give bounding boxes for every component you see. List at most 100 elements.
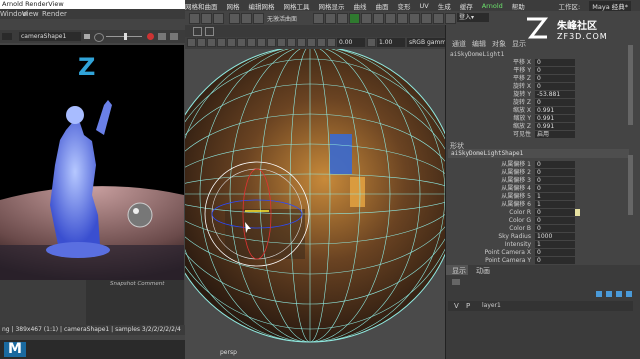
crop-icon[interactable]: [170, 33, 178, 40]
lasso-tool-icon[interactable]: [201, 13, 212, 24]
render-icon[interactable]: [325, 13, 336, 24]
attr-row[interactable]: 旋转 X0: [446, 83, 626, 91]
scrollbar[interactable]: [628, 45, 633, 125]
paint-tool-icon[interactable]: [213, 13, 224, 24]
lights-icon[interactable]: [257, 38, 266, 47]
live-surface-label[interactable]: 无激活曲面: [267, 14, 297, 23]
chevron-down-icon[interactable]: [84, 34, 90, 39]
gamma-icon[interactable]: [367, 38, 376, 47]
snap-curve-icon[interactable]: [241, 13, 252, 24]
menu-item[interactable]: 帮助: [512, 1, 525, 11]
attr-row[interactable]: Point Camera X0: [446, 249, 626, 257]
render-settings-icon[interactable]: [361, 13, 372, 24]
attr-row[interactable]: 从属偏移 61: [446, 201, 626, 209]
camera-attr-icon[interactable]: [197, 38, 206, 47]
attr-row[interactable]: 旋转 Y -53.881: [446, 91, 626, 99]
exposure-icon[interactable]: [94, 33, 104, 42]
maya-app-icon[interactable]: M: [4, 342, 26, 357]
ao-icon[interactable]: [307, 38, 316, 47]
color-space-select[interactable]: sRGB gamma: [407, 38, 445, 47]
isolate-icon[interactable]: [287, 38, 296, 47]
layer-visible-toggle[interactable]: V: [454, 302, 459, 310]
render-view-title-bar[interactable]: Arnold RenderView: [0, 0, 185, 9]
color-swatch[interactable]: [575, 209, 580, 216]
attr-row[interactable]: 从属偏移 30: [446, 177, 626, 185]
render-menu-render[interactable]: Render: [42, 10, 67, 18]
attr-row[interactable]: Color G0: [446, 217, 626, 225]
menu-item[interactable]: 缓存: [460, 1, 473, 11]
attr-row[interactable]: Color R0: [446, 209, 626, 217]
attr-row[interactable]: 平移 Y0: [446, 67, 626, 75]
snap-point-icon[interactable]: [253, 13, 264, 24]
menu-item[interactable]: UV: [420, 2, 429, 10]
menu-item[interactable]: 网格工具: [284, 1, 310, 11]
tab-channels[interactable]: 通道: [452, 39, 466, 49]
lock-icon[interactable]: [205, 27, 214, 36]
menu-item[interactable]: 变形: [398, 1, 411, 11]
camera-select[interactable]: cameraShape1: [19, 32, 81, 41]
cube-icon[interactable]: [397, 13, 408, 24]
attr-row[interactable]: 平移 X0: [446, 59, 626, 67]
gamma-field[interactable]: 1.00: [377, 38, 405, 47]
sphere-icon[interactable]: [409, 13, 420, 24]
attr-row[interactable]: Point Camera Y0: [446, 257, 626, 265]
attr-row[interactable]: Color B0: [446, 225, 626, 233]
tab-display[interactable]: 显示: [512, 39, 526, 49]
settings-icon[interactable]: [158, 33, 166, 40]
attr-row[interactable]: Sky Radius 1000: [446, 233, 626, 241]
menu-item[interactable]: 编辑网格: [249, 1, 275, 11]
xray-icon[interactable]: [277, 38, 286, 47]
layer-up-icon[interactable]: [616, 291, 622, 297]
attr-row[interactable]: 缩放 Y 0.991: [446, 115, 626, 123]
antialias-icon[interactable]: [297, 38, 306, 47]
viewport-3d[interactable]: persp: [185, 49, 445, 359]
grid-icon[interactable]: [187, 38, 196, 47]
layer-down-icon[interactable]: [626, 291, 632, 297]
cylinder-icon[interactable]: [421, 13, 432, 24]
render-menu-view[interactable]: View: [22, 10, 39, 18]
attr-row[interactable]: 从属偏移 10: [446, 161, 626, 169]
menu-item[interactable]: 网格和曲面: [185, 1, 218, 11]
bookmark-icon[interactable]: [207, 38, 216, 47]
exposure-icon[interactable]: [327, 38, 336, 47]
menu-item[interactable]: 网格: [227, 1, 240, 11]
light-editor-icon[interactable]: [385, 13, 396, 24]
layer-name[interactable]: layer1: [482, 302, 501, 309]
attr-row[interactable]: 从属偏移 40: [446, 185, 626, 193]
arnold-render-icon[interactable]: [349, 13, 360, 24]
menu-item[interactable]: 曲线: [354, 1, 367, 11]
attr-row[interactable]: Intensity 1: [446, 241, 626, 249]
shape-node-name[interactable]: aiSkyDomeLightShape1: [448, 149, 629, 158]
ipr-render-icon[interactable]: [337, 13, 348, 24]
attr-row[interactable]: 旋转 Z0: [446, 99, 626, 107]
menu-item-arnold[interactable]: Arnold: [482, 2, 503, 10]
hypershade-icon[interactable]: [373, 13, 384, 24]
display-icon[interactable]: [2, 33, 12, 40]
attr-row[interactable]: 可见性 启用: [446, 131, 626, 139]
scrollbar[interactable]: [628, 155, 633, 215]
stop-render-icon[interactable]: [147, 33, 154, 40]
tab-edit[interactable]: 编辑: [472, 39, 486, 49]
menu-item[interactable]: 生成: [438, 1, 451, 11]
user-icon[interactable]: [445, 13, 456, 24]
menu-item[interactable]: 网格显示: [319, 1, 345, 11]
wireframe-icon[interactable]: [227, 38, 236, 47]
user-login[interactable]: 登入▾: [457, 13, 489, 22]
new-layer-icon[interactable]: [596, 291, 602, 297]
new-layer-selected-icon[interactable]: [606, 291, 612, 297]
attr-row[interactable]: 从属偏移 20: [446, 169, 626, 177]
node-name[interactable]: aiSkyDomeLight1: [450, 51, 504, 58]
attr-row[interactable]: 缩放 Z 0.991: [446, 123, 626, 131]
attr-row[interactable]: 缩放 X 0.991: [446, 107, 626, 115]
textures-icon[interactable]: [247, 38, 256, 47]
slider-handle[interactable]: [124, 33, 127, 40]
plane-icon[interactable]: [433, 13, 444, 24]
exposure-field[interactable]: 0.00: [337, 38, 365, 47]
camera-icon[interactable]: [193, 27, 202, 36]
workspace-select[interactable]: Maya 经典*: [589, 0, 631, 11]
tab-anim[interactable]: 动画: [476, 266, 490, 276]
menu-item[interactable]: 曲面: [376, 1, 389, 11]
history-icon[interactable]: [313, 13, 324, 24]
attr-row[interactable]: 从属偏移 51: [446, 193, 626, 201]
select-tool-icon[interactable]: [189, 13, 200, 24]
